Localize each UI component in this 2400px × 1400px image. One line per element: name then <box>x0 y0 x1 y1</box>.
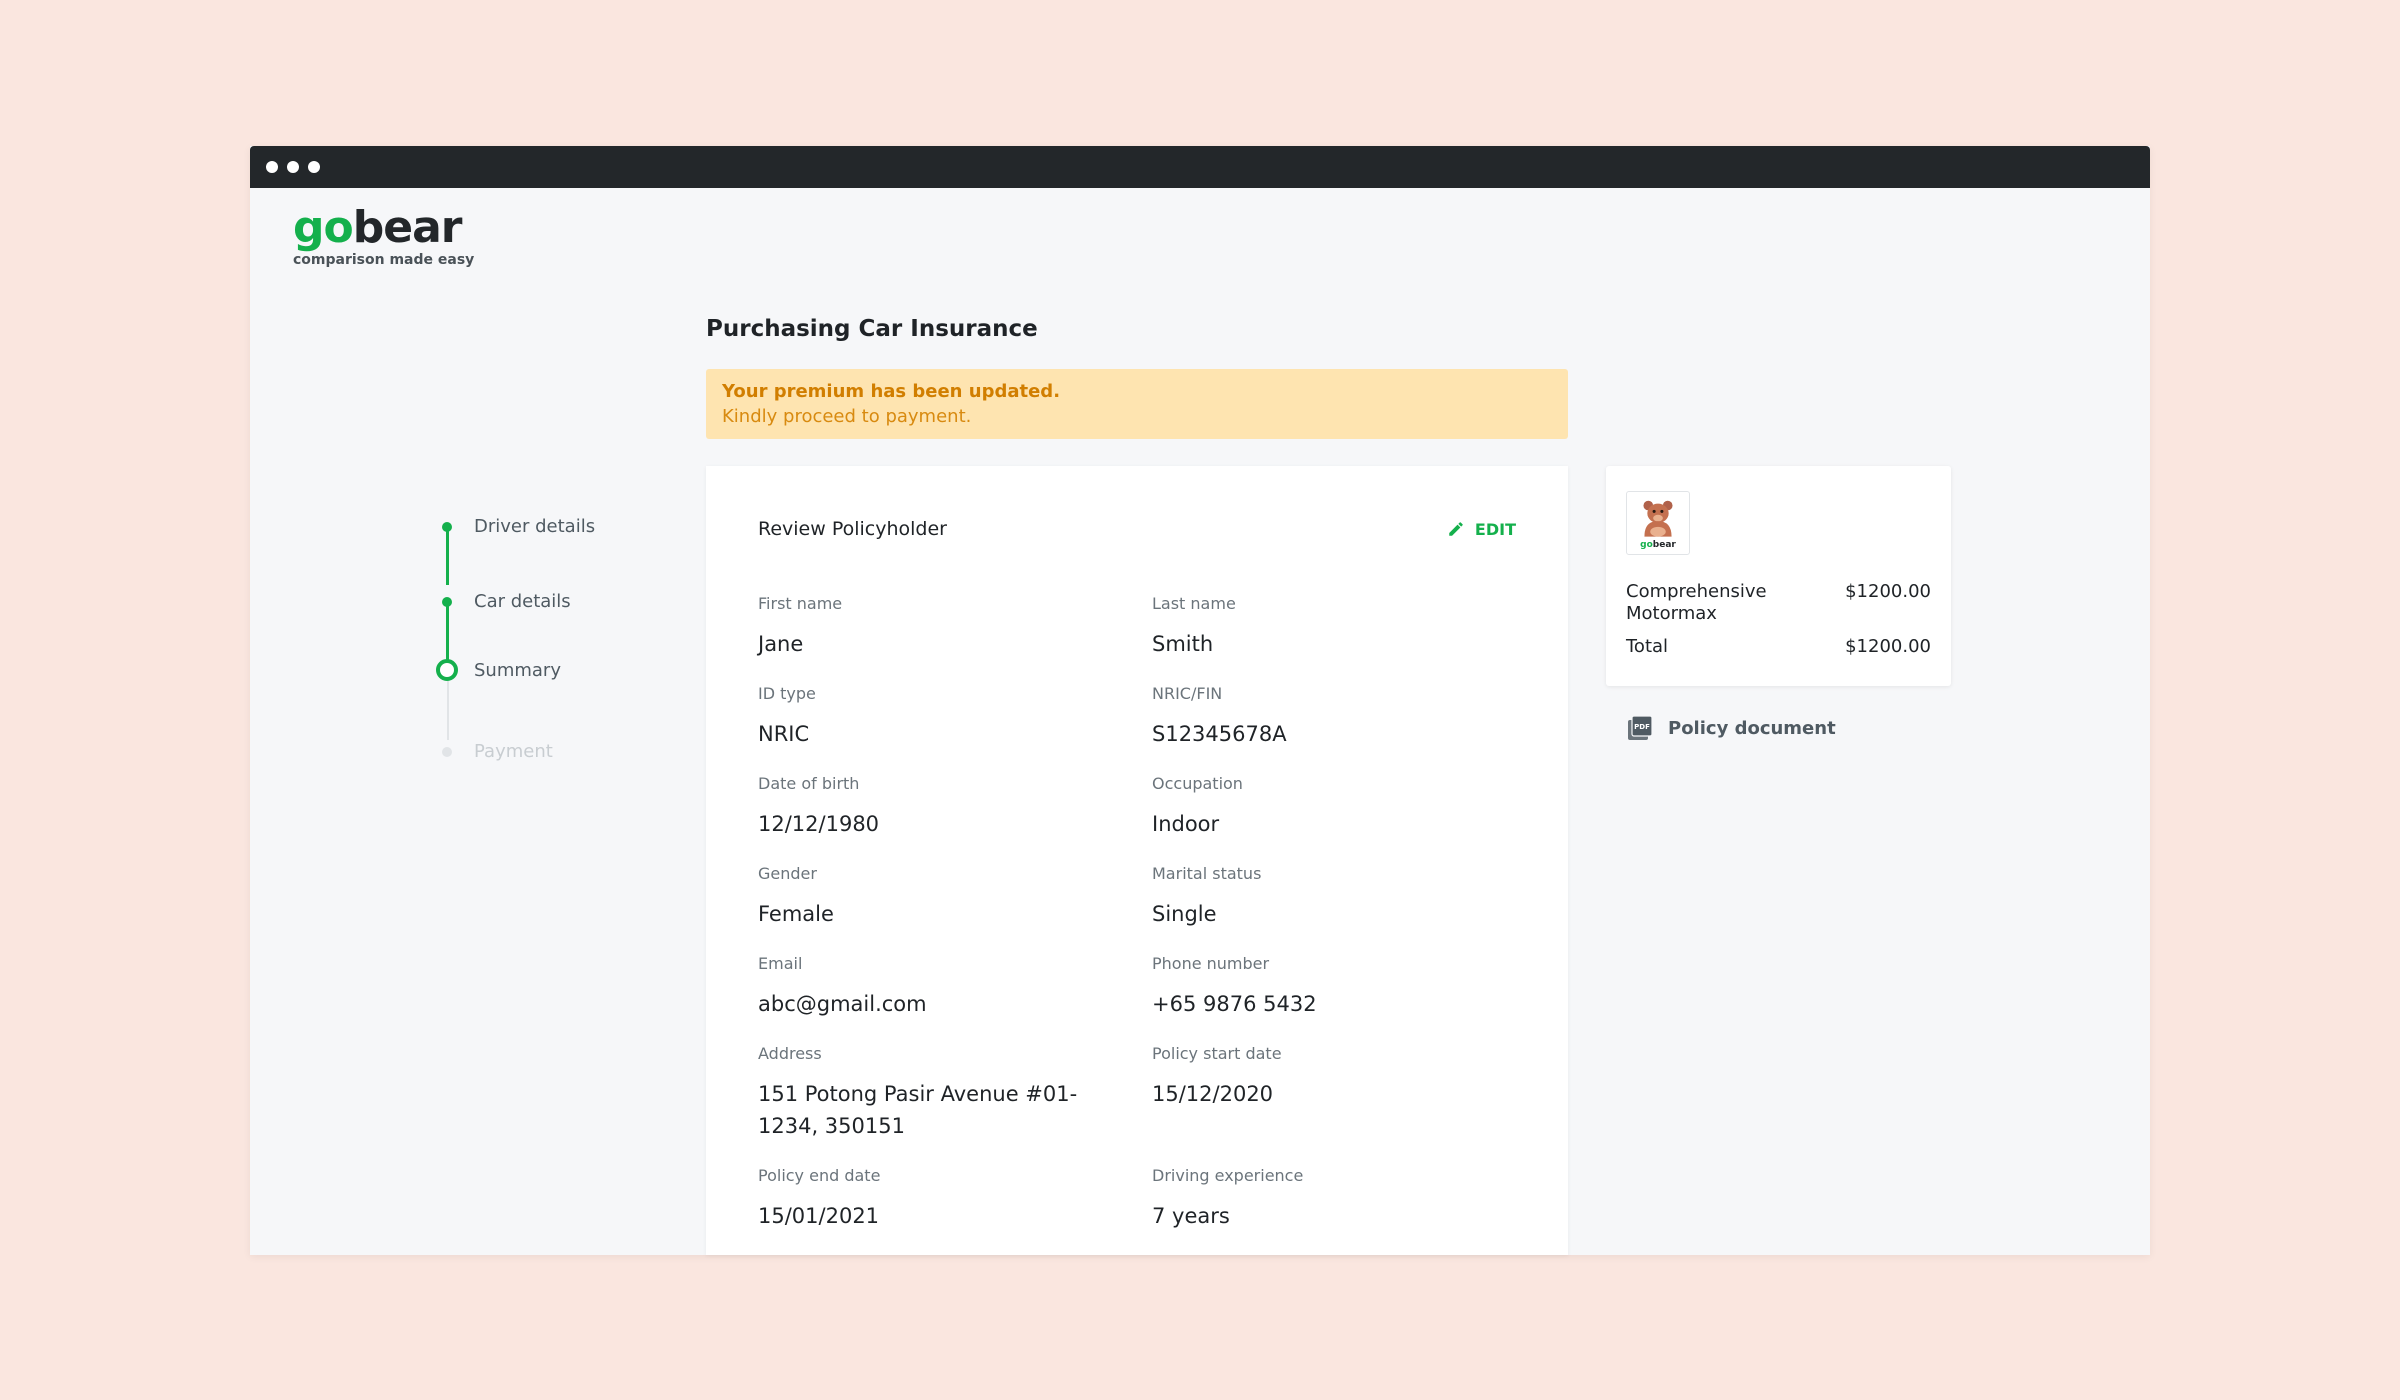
field-value: 7 years <box>1152 1204 1230 1228</box>
product-logo: gobear <box>1626 491 1690 555</box>
step-driver-details[interactable]: Driver details <box>436 516 595 537</box>
logo-tagline: comparison made easy <box>293 252 475 268</box>
step-label: Summary <box>474 659 561 681</box>
edit-label: EDIT <box>1474 519 1516 539</box>
field-label: Occupation <box>1152 774 1243 793</box>
field-value: S12345678A <box>1152 722 1287 746</box>
field-date-of-birth: Date of birth 12/12/1980 <box>758 774 1118 840</box>
step-label: Driver details <box>474 516 596 537</box>
stepper-line-pending <box>446 680 449 740</box>
step-label: Payment <box>474 741 553 762</box>
step-done-icon <box>442 596 452 607</box>
gobear-logo[interactable]: gobear comparison made easy <box>293 206 475 269</box>
progress-stepper: Driver details Car details Summary Payme… <box>436 516 676 786</box>
field-label: Policy start date <box>1152 1044 1282 1063</box>
pdf-icon: PDF <box>1628 715 1653 740</box>
field-gender: Gender Female <box>758 864 1118 930</box>
step-car-details[interactable]: Car details <box>436 591 571 612</box>
field-label: Last name <box>1152 594 1236 613</box>
field-nric: NRIC/FIN S12345678A <box>1152 684 1512 750</box>
edit-button[interactable]: EDIT <box>1447 520 1516 539</box>
window-titlebar <box>250 146 2150 188</box>
stepper-line-done <box>446 605 449 660</box>
page-title: Purchasing Car Insurance <box>706 316 1038 342</box>
field-email: Email abc@gmail.com <box>758 954 1118 1020</box>
field-address: Address 151 Potong Pasir Avenue #01-1234… <box>758 1044 1118 1142</box>
field-label: Policy end date <box>758 1166 881 1185</box>
field-value: Female <box>758 902 834 926</box>
pdf-badge: PDF <box>1634 723 1650 731</box>
product-logo-text: gobear <box>1640 540 1676 550</box>
field-first-name: First name Jane <box>758 594 1118 660</box>
policy-document-link[interactable]: PDF Policy document <box>1626 714 1836 742</box>
step-done-icon <box>442 521 452 532</box>
field-value: NRIC <box>758 722 810 746</box>
field-value: Smith <box>1152 632 1214 656</box>
step-label: Car details <box>474 591 571 612</box>
logo-bear: bear <box>352 202 463 253</box>
field-value: Single <box>1152 902 1217 926</box>
window-dot-icon <box>287 161 299 173</box>
window-dot-icon <box>266 161 278 173</box>
field-occupation: Occupation Indoor <box>1152 774 1512 840</box>
logo-go: go <box>293 202 354 253</box>
field-last-name: Last name Smith <box>1152 594 1512 660</box>
field-value: +65 9876 5432 <box>1152 992 1317 1016</box>
step-summary[interactable]: Summary <box>436 659 561 681</box>
policy-document-label: Policy document <box>1668 717 1836 739</box>
field-id-type: ID type NRIC <box>758 684 1118 750</box>
field-label: First name <box>758 594 843 613</box>
logo-wordmark: gobear <box>293 206 474 250</box>
field-label: Date of birth <box>758 774 860 793</box>
field-phone-number: Phone number +65 9876 5432 <box>1152 954 1512 1020</box>
pencil-icon <box>1449 522 1463 536</box>
premium-updated-banner: Your premium has been updated. Kindly pr… <box>706 369 1568 439</box>
banner-text: Kindly proceed to payment. <box>722 406 972 427</box>
field-driving-experience: Driving experience 7 years <box>1152 1166 1512 1232</box>
stepper-line-done <box>446 530 449 585</box>
field-label: ID type <box>758 684 816 703</box>
field-policy-start-date: Policy start date 15/12/2020 <box>1152 1044 1512 1110</box>
total-label: Total <box>1626 636 1669 657</box>
field-marital-status: Marital status Single <box>1152 864 1512 930</box>
field-label: Email <box>758 954 803 973</box>
product-name: Comprehensive Motormax <box>1626 581 1767 624</box>
field-value: 15/01/2021 <box>758 1204 880 1228</box>
step-pending-icon <box>442 746 452 757</box>
field-value: Jane <box>758 632 804 656</box>
step-payment: Payment <box>436 741 553 762</box>
field-value: Indoor <box>1152 812 1220 836</box>
field-label: Phone number <box>1152 954 1270 973</box>
review-policyholder-card: Review Policyholder EDIT First name Jane… <box>706 466 1568 1255</box>
field-label: NRIC/FIN <box>1152 684 1223 703</box>
field-label: Marital status <box>1152 864 1262 883</box>
field-value: 15/12/2020 <box>1152 1082 1274 1106</box>
step-active-icon <box>436 659 458 681</box>
field-value: abc@gmail.com <box>758 992 927 1016</box>
field-value: 12/12/1980 <box>758 812 880 836</box>
banner-title: Your premium has been updated. <box>722 381 1061 402</box>
field-label: Address <box>758 1044 822 1063</box>
total-row: Total $1200.00 <box>1626 636 1931 657</box>
order-summary-card: gobear Comprehensive Motormax $1200.00 T… <box>1606 466 1951 686</box>
field-label: Driving experience <box>1152 1166 1304 1185</box>
card-title: Review Policyholder <box>758 518 947 540</box>
field-policy-end-date: Policy end date 15/01/2021 <box>758 1166 1118 1232</box>
field-value: 151 Potong Pasir Avenue #01-1234, 350151 <box>758 1082 1078 1138</box>
product-price: $1200.00 <box>1845 581 1931 602</box>
total-price: $1200.00 <box>1845 636 1931 657</box>
browser-window: gobear comparison made easy Driver detai… <box>250 146 2150 1255</box>
field-label: Gender <box>758 864 817 883</box>
product-row: Comprehensive Motormax $1200.00 <box>1626 581 1931 625</box>
window-dot-icon <box>308 161 320 173</box>
card-header: Review Policyholder EDIT <box>758 518 1516 540</box>
